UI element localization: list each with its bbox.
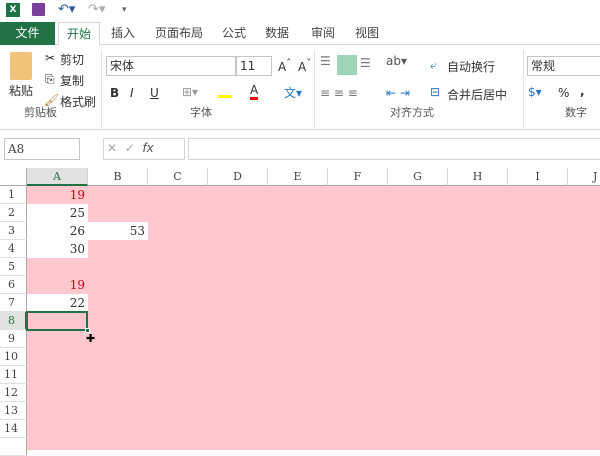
tab-view[interactable]: 视图 <box>346 22 388 45</box>
number-group-label: 数字 <box>565 106 587 119</box>
column-header-b[interactable]: B <box>88 168 148 186</box>
orientation-icon[interactable]: ab▾ <box>386 54 407 68</box>
row-header[interactable]: 5 <box>0 258 27 276</box>
align-top-icon[interactable]: ☰ <box>320 54 331 68</box>
select-all-button[interactable] <box>0 168 27 186</box>
clipboard-group-label: 剪贴板 <box>24 106 57 119</box>
alignment-group-label: 对齐方式 <box>390 106 434 119</box>
row-header[interactable] <box>0 438 27 456</box>
customize-qat-icon[interactable]: ▾ <box>122 5 127 15</box>
active-cell-a8[interactable] <box>26 311 88 331</box>
undo-icon[interactable]: ↶▾ <box>58 2 75 17</box>
wrap-text-button[interactable]: 自动换行 <box>447 58 495 75</box>
formula-buttons: ✕ ✓ fx <box>103 138 185 160</box>
formula-bar: A8 ✕ ✓ fx <box>0 131 600 168</box>
name-box[interactable]: A8 <box>4 138 80 160</box>
format-painter-button[interactable]: 格式刷 <box>60 93 96 110</box>
row-header[interactable]: 14 <box>0 420 27 438</box>
increase-font-icon[interactable]: A˄ <box>278 58 291 74</box>
save-icon[interactable] <box>32 3 45 16</box>
cell-a7[interactable]: 22 <box>27 294 88 312</box>
row-header[interactable]: 2 <box>0 204 27 222</box>
align-bottom-icon[interactable]: ☰ <box>360 56 371 70</box>
tab-data[interactable]: 数据 <box>256 22 298 45</box>
row-header-selected[interactable]: 8 <box>0 312 27 330</box>
column-header-f[interactable]: F <box>328 168 388 186</box>
cursor-icon: ✚ <box>86 332 96 345</box>
tab-review[interactable]: 审阅 <box>302 22 344 45</box>
fill-color-icon[interactable] <box>218 86 232 98</box>
quick-access-toolbar: X ↶▾ ↷▾ ▾ <box>0 0 600 22</box>
font-name-dropdown[interactable]: 宋体 <box>106 56 236 76</box>
column-header-h[interactable]: H <box>448 168 508 186</box>
copy-icon[interactable]: ⎘ <box>45 72 55 87</box>
column-header-a[interactable]: A <box>27 168 88 186</box>
cut-icon[interactable]: ✂ <box>45 51 55 65</box>
redo-icon[interactable]: ↷▾ <box>88 2 105 17</box>
cell-a3[interactable]: 26 <box>27 222 88 240</box>
row-header[interactable]: 10 <box>0 348 27 366</box>
excel-logo-icon: X <box>6 3 20 17</box>
cell-grid[interactable]: 19 25 26 53 30 19 22 ✚ <box>26 186 600 450</box>
row-header[interactable]: 1 <box>0 186 27 204</box>
cut-button[interactable]: 剪切 <box>60 51 84 68</box>
align-left-icon[interactable]: ≡ ≡ ≡ <box>320 86 358 100</box>
font-size-dropdown[interactable]: 11 <box>236 56 272 76</box>
decrease-font-icon[interactable]: A˅ <box>298 58 311 74</box>
comma-button[interactable]: , <box>580 84 585 98</box>
merge-icon: ⊟ <box>430 85 441 99</box>
copy-button[interactable]: 复制 <box>60 72 84 89</box>
cell-b3[interactable]: 53 <box>88 222 148 240</box>
column-header-d[interactable]: D <box>208 168 268 186</box>
column-header-g[interactable]: G <box>388 168 448 186</box>
bold-button[interactable]: B <box>110 86 119 100</box>
phonetic-icon[interactable]: 文▾ <box>284 84 302 101</box>
row-header[interactable]: 6 <box>0 276 27 294</box>
cancel-icon[interactable]: ✕ <box>107 141 117 155</box>
wrap-text-icon: ⤶ <box>430 58 437 72</box>
font-group-label: 字体 <box>190 106 212 119</box>
cell-a1[interactable]: 19 <box>27 186 88 204</box>
paste-icon[interactable] <box>10 52 32 80</box>
font-color-button[interactable]: A <box>250 84 259 100</box>
indent-icon[interactable]: ⇤ ⇥ <box>386 86 410 100</box>
align-middle-icon[interactable] <box>337 55 357 75</box>
enter-icon[interactable]: ✓ <box>125 141 135 155</box>
column-header-i[interactable]: I <box>508 168 568 186</box>
row-header[interactable]: 9 <box>0 330 27 348</box>
underline-button[interactable]: U <box>150 86 159 100</box>
row-header[interactable]: 13 <box>0 402 27 420</box>
paste-button[interactable]: 粘贴 <box>9 82 33 99</box>
currency-icon[interactable]: $▾ <box>528 85 542 99</box>
column-header-j[interactable]: J <box>568 168 600 186</box>
row-header[interactable]: 4 <box>0 240 27 258</box>
ribbon-tabs: 文件 开始 插入 页面布局 公式 数据 审阅 视图 <box>0 22 600 46</box>
tab-formulas[interactable]: 公式 <box>216 22 252 45</box>
row-header[interactable]: 3 <box>0 222 27 240</box>
number-format-dropdown[interactable]: 常规 <box>527 56 600 76</box>
row-header[interactable]: 11 <box>0 366 27 384</box>
tab-home[interactable]: 开始 <box>58 22 100 46</box>
tab-file[interactable]: 文件 <box>0 22 55 45</box>
italic-button[interactable]: I <box>130 86 134 100</box>
cell-a4[interactable]: 30 <box>27 240 88 258</box>
merge-center-button[interactable]: 合并后居中 <box>447 86 507 103</box>
formula-input[interactable] <box>188 138 600 160</box>
cell-a2[interactable]: 25 <box>27 204 88 222</box>
row-header[interactable]: 12 <box>0 384 27 402</box>
row-header[interactable]: 7 <box>0 294 27 312</box>
column-header-c[interactable]: C <box>148 168 208 186</box>
tab-insert[interactable]: 插入 <box>104 22 142 45</box>
insert-function-icon[interactable]: fx <box>142 141 153 155</box>
border-icon[interactable]: ⊞▾ <box>182 85 198 99</box>
column-header-e[interactable]: E <box>268 168 328 186</box>
tab-page-layout[interactable]: 页面布局 <box>148 22 210 45</box>
percent-button[interactable]: % <box>558 86 569 100</box>
cell-a6[interactable]: 19 <box>27 276 88 294</box>
